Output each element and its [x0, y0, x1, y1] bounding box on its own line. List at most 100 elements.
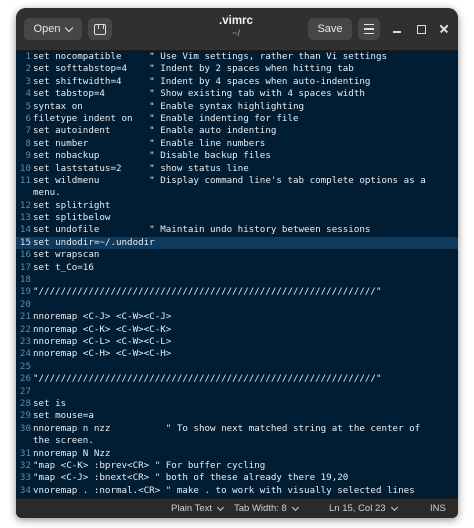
code-line[interactable]: 1 set nocompatible " Use Vim settings, ra…	[16, 51, 458, 63]
line-number: 29	[19, 410, 31, 422]
code-line[interactable]: 3 set shiftwidth=4 " Indent by 4 spaces w…	[16, 76, 458, 88]
line-text: set splitbelow	[33, 212, 111, 224]
line-text: set wrapscan	[33, 249, 100, 261]
line-number: 10	[19, 162, 31, 174]
line-text: the screen.	[33, 435, 94, 447]
code-line[interactable]: 12 set splitright	[16, 200, 458, 212]
line-number: 27	[19, 385, 31, 397]
save-button[interactable]: Save	[308, 18, 352, 40]
code-line[interactable]: 30 nnoremap n nzz " To show next matched …	[16, 423, 458, 435]
tab-width-selector[interactable]: Tab Width: 8	[234, 503, 299, 514]
language-label: Plain Text	[171, 503, 213, 514]
language-selector[interactable]: Plain Text	[171, 503, 225, 514]
document-path: ~/	[231, 28, 241, 39]
line-text: set softtabstop=4 " Indent by 2 spaces w…	[33, 63, 354, 75]
main-menu-button[interactable]	[358, 18, 380, 40]
code-line[interactable]: 23 nnoremap <C-L> <C-W><C-L>	[16, 336, 458, 348]
code-line[interactable]: 11 set wildmenu " Display command line's …	[16, 175, 458, 187]
code-line[interactable]: 16 set wrapscan	[16, 249, 458, 261]
line-number: 20	[19, 298, 31, 310]
minimize-icon[interactable]	[390, 22, 404, 36]
line-text: set nocompatible " Use Vim settings, rat…	[33, 51, 388, 62]
code-line[interactable]: 14 set undofile " Maintain undo history b…	[16, 224, 458, 236]
new-tab-icon	[94, 23, 106, 35]
line-text: set autoindent " Enable auto indenting	[33, 125, 277, 137]
line-text: set nobackup " Disable backup files	[33, 150, 271, 162]
code-line[interactable]: 10 set laststatus=2 " show status line	[16, 163, 458, 175]
chevron-down-icon	[291, 503, 299, 511]
line-number: 2	[25, 63, 31, 75]
line-text: filetype indent on " Enable indenting fo…	[33, 112, 299, 124]
line-number: 34	[19, 484, 31, 496]
line-number: 3	[25, 75, 31, 87]
line-text: set tabstop=4 " Show existing tab with 4…	[33, 88, 365, 100]
line-number: 24	[19, 348, 31, 360]
line-text: nnoremap <C-K> <C-W><C-K>	[33, 323, 172, 335]
code-line[interactable]: 31 nnoremap N Nzz	[16, 448, 458, 460]
code-line[interactable]: 6 filetype indent on " Enable indenting f…	[16, 113, 458, 125]
code-line[interactable]: 26 "/////////////////////////////////////…	[16, 373, 458, 385]
line-number: 11	[19, 174, 31, 186]
line-number: 8	[25, 137, 31, 149]
code-line[interactable]: 15 set undodir=~/.undodir	[16, 236, 458, 250]
chevron-down-icon	[65, 23, 74, 32]
code-line-wrap[interactable]: menu.	[16, 187, 458, 199]
line-number: 22	[19, 323, 31, 335]
line-text: nnoremap n nzz " To show next matched st…	[33, 422, 421, 434]
code-line[interactable]: 34 vnoremap . :normal.<CR> " make . to wo…	[16, 485, 458, 497]
line-text: set shiftwidth=4 " Indent by 4 spaces wh…	[33, 75, 371, 87]
code-line[interactable]: 7 set autoindent " Enable auto indenting	[16, 125, 458, 137]
code-line[interactable]: 22 nnoremap <C-K> <C-W><C-K>	[16, 324, 458, 336]
code-line[interactable]: 18	[16, 274, 458, 286]
new-tab-button[interactable]	[88, 18, 112, 40]
code-line[interactable]: 33 "map <C-J> :bnext<CR> " both of these …	[16, 472, 458, 484]
header-bar: Open .vimrc ~/ Save	[16, 8, 458, 51]
code-line[interactable]: 5 syntax on " Enable syntax highlighting	[16, 101, 458, 113]
status-bar: Plain Text Tab Width: 8 Ln 15, Col 23 IN…	[16, 498, 458, 518]
line-text: "///////////////////////////////////////…	[33, 286, 382, 298]
line-number: 14	[19, 224, 31, 236]
code-line[interactable]: 24 nnoremap <C-H> <C-W><C-H>	[16, 348, 458, 360]
line-text: set laststatus=2 " show status line	[33, 162, 249, 174]
code-line[interactable]: 19 "/////////////////////////////////////…	[16, 286, 458, 298]
code-line[interactable]: 27	[16, 386, 458, 398]
code-line[interactable]: 8 set number " Enable line numbers	[16, 138, 458, 150]
line-number: 16	[19, 249, 31, 261]
line-text: set splitright	[33, 199, 111, 211]
code-line[interactable]: 28 set is	[16, 398, 458, 410]
code-line[interactable]: 32 "map <C-K> :bprev<CR> " For buffer cyc…	[16, 460, 458, 472]
line-text: set t_Co=16	[33, 261, 94, 273]
line-text: "map <C-J> :bnext<CR> " both of these al…	[33, 472, 349, 484]
cursor-position-selector[interactable]: Ln 15, Col 23	[329, 503, 398, 514]
code-line[interactable]: 17 set t_Co=16	[16, 262, 458, 274]
code-line[interactable]: 29 set mouse=a	[16, 410, 458, 422]
code-line[interactable]: 9 set nobackup " Disable backup files	[16, 150, 458, 162]
close-icon[interactable]	[437, 22, 451, 36]
line-number: 18	[19, 274, 31, 286]
code-line[interactable]: 2 set softtabstop=4 " Indent by 2 spaces …	[16, 63, 458, 75]
code-line[interactable]: 20	[16, 299, 458, 311]
line-text: set number " Enable line numbers	[33, 137, 266, 149]
line-text: nnoremap <C-J> <C-W><C-J>	[33, 311, 172, 323]
line-text: set mouse=a	[33, 410, 94, 422]
editor-window: Open .vimrc ~/ Save 1 set nocompatible " …	[16, 8, 458, 518]
insert-mode-indicator[interactable]: INS	[430, 503, 446, 514]
line-number: 33	[19, 472, 31, 484]
code-line[interactable]: 4 set tabstop=4 " Show existing tab with …	[16, 88, 458, 100]
text-editor[interactable]: 1 set nocompatible " Use Vim settings, ra…	[16, 51, 458, 498]
line-text: set undofile " Maintain undo history bet…	[33, 224, 371, 236]
code-line-wrap[interactable]: the screen.	[16, 435, 458, 447]
line-text: menu.	[33, 187, 61, 199]
line-number: 31	[19, 447, 31, 459]
maximize-icon[interactable]	[414, 22, 428, 36]
code-line[interactable]: 21 nnoremap <C-J> <C-W><C-J>	[16, 311, 458, 323]
line-number: 32	[19, 459, 31, 471]
open-button[interactable]: Open	[24, 18, 82, 40]
line-number: 15	[19, 236, 31, 248]
line-text: set wildmenu " Display command line's ta…	[33, 174, 426, 186]
code-line[interactable]: 25	[16, 361, 458, 373]
code-line[interactable]: 13 set splitbelow	[16, 212, 458, 224]
line-text: syntax on " Enable syntax highlighting	[33, 100, 305, 112]
line-text: nnoremap <C-L> <C-W><C-L>	[33, 335, 172, 347]
line-number: 1	[25, 51, 31, 62]
